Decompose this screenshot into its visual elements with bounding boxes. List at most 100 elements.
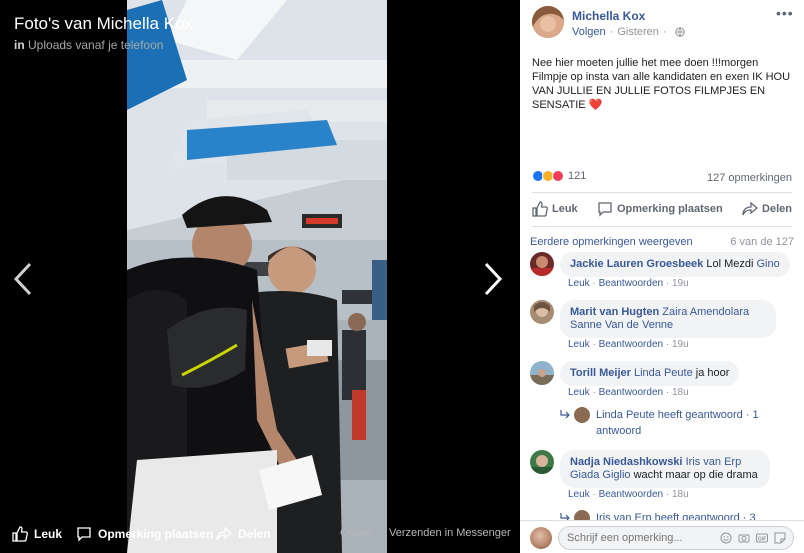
comment-avatar[interactable]	[530, 361, 554, 385]
comment-avatar[interactable]	[530, 252, 554, 276]
comment-author[interactable]: Torill Meijer	[570, 367, 631, 379]
comments-shown-count: 6 van de 127	[730, 236, 794, 248]
viewer-bottom-bar: Leuk Opmerking plaatsen Delen Opties Ver…	[0, 518, 520, 553]
like-label: Leuk	[552, 203, 578, 215]
author-avatar[interactable]	[532, 6, 564, 38]
comment-bubble: Jackie Lauren Groesbeek Lol Mezdi Gino	[560, 252, 790, 277]
comment-time[interactable]: 18u	[672, 387, 689, 398]
comment-actions: Leuk · Beantwoorden · 18u	[568, 387, 689, 398]
comment-avatar[interactable]	[530, 300, 554, 324]
current-user-avatar	[530, 527, 552, 549]
divider	[532, 192, 792, 193]
avatar-image	[530, 252, 554, 276]
comment-actions: Leuk · Beantwoorden · 18u	[568, 489, 689, 500]
comment-like-link[interactable]: Leuk	[568, 339, 590, 350]
album-title[interactable]: Foto's van Michella Kox	[14, 14, 193, 34]
viewer-share-button[interactable]: Delen	[216, 526, 271, 542]
composer-icons: GIF	[720, 531, 786, 544]
comment-reply-link[interactable]: Beantwoorden	[599, 387, 664, 398]
sticker-icon[interactable]	[774, 531, 786, 544]
avatar-image	[530, 361, 554, 385]
emoji-icon[interactable]	[720, 531, 732, 544]
options-link[interactable]: Opties	[340, 527, 372, 539]
comment-text: Lol Mezdi	[706, 258, 754, 270]
post-text: Nee hier moeten jullie het mee doen !!!m…	[532, 56, 794, 112]
viewer-comment-button[interactable]: Opmerking plaatsen	[76, 526, 213, 542]
viewer-share-label: Delen	[238, 527, 271, 541]
globe-icon	[674, 27, 685, 37]
reactions-summary[interactable]: 121	[532, 170, 586, 182]
comment-actions: Leuk · Beantwoorden · 19u	[568, 278, 689, 289]
gif-icon[interactable]: GIF	[756, 531, 768, 543]
comment-like-link[interactable]: Leuk	[568, 489, 590, 500]
next-photo-button[interactable]	[480, 262, 506, 296]
comment-text: wacht maar op die drama	[633, 469, 758, 481]
photo-image	[127, 0, 387, 553]
post-time[interactable]: Gisteren	[617, 26, 659, 38]
post-actions: Leuk Opmerking plaatsen Delen	[532, 195, 792, 223]
post-meta: Volgen · Gisteren ·	[572, 26, 685, 38]
comment-time[interactable]: 18u	[672, 489, 689, 500]
follow-link[interactable]: Volgen	[572, 26, 606, 38]
comment-count[interactable]: 127 opmerkingen	[707, 172, 792, 184]
comment-time[interactable]: 19u	[672, 278, 689, 289]
comment-reply-link[interactable]: Beantwoorden	[599, 339, 664, 350]
viewer-comment-label: Opmerking plaatsen	[98, 527, 214, 541]
comment-icon	[77, 527, 91, 542]
comment-reply-link[interactable]: Beantwoorden	[599, 489, 664, 500]
send-in-messenger-link[interactable]: Verzenden in Messenger	[389, 527, 511, 539]
like-button[interactable]: Leuk	[532, 201, 578, 217]
album-subtitle: in Uploads vanaf je telefoon	[14, 38, 163, 52]
reaction-count: 121	[568, 170, 587, 182]
share-icon	[216, 526, 232, 541]
reply-avatar	[574, 407, 590, 423]
avatar-image	[530, 300, 554, 324]
album-in-label: in	[14, 38, 25, 52]
thumbs-up-icon	[532, 201, 548, 217]
comment-button[interactable]: Opmerking plaatsen	[597, 201, 723, 217]
comment-bubble: Marit van Hugten Zaira Amendolara Sanne …	[560, 300, 776, 338]
comment-reply-link[interactable]: Beantwoorden	[599, 278, 664, 289]
author-name[interactable]: Michella Kox	[572, 9, 645, 23]
chevron-left-icon	[13, 262, 32, 296]
comment-tag[interactable]: Linda Peute	[634, 367, 693, 379]
camera-icon[interactable]	[738, 531, 750, 543]
comment-text: ja hoor	[695, 367, 730, 379]
more-options-icon[interactable]: •••	[776, 6, 793, 22]
comment-time[interactable]: 19u	[672, 339, 689, 350]
view-earlier-comments-link[interactable]: Eerdere opmerkingen weergeven	[530, 236, 693, 248]
comment-bubble: Nadja Niedashkowski Iris van Erp Giada G…	[560, 450, 770, 488]
comment-author[interactable]: Nadja Niedashkowski	[570, 456, 683, 468]
avatar-image	[532, 6, 564, 38]
album-link[interactable]: Uploads vanaf je telefoon	[28, 38, 163, 52]
comment-composer: GIF	[520, 520, 804, 553]
comment-author[interactable]: Jackie Lauren Groesbeek	[570, 258, 703, 270]
photo-viewer: Foto's van Michella Kox in Uploads vanaf…	[0, 0, 520, 553]
post-panel: Michella Kox Volgen · Gisteren · ••• Nee…	[520, 0, 804, 553]
viewer-like-label: Leuk	[34, 527, 63, 541]
chevron-right-icon	[484, 262, 503, 296]
comment-author[interactable]: Marit van Hugten	[570, 306, 659, 318]
share-button[interactable]: Delen	[742, 201, 792, 217]
thumbs-up-icon	[12, 526, 28, 542]
comment-avatar[interactable]	[530, 450, 554, 474]
comment-bubble: Torill Meijer Linda Peute ja hoor	[560, 361, 740, 386]
meta-separator: ·	[609, 26, 614, 38]
love-reaction-icon	[552, 170, 564, 182]
photo[interactable]	[127, 0, 387, 553]
comment-label: Opmerking plaatsen	[616, 203, 723, 215]
comment-icon	[598, 202, 612, 217]
comment-like-link[interactable]: Leuk	[568, 387, 590, 398]
previous-photo-button[interactable]	[10, 262, 36, 296]
share-label: Delen	[762, 203, 792, 215]
comment-tag[interactable]: Gino	[757, 258, 780, 270]
meta-separator: ·	[662, 26, 667, 38]
svg-text:GIF: GIF	[758, 536, 766, 542]
comment-like-link[interactable]: Leuk	[568, 278, 590, 289]
comment-actions: Leuk · Beantwoorden · 19u	[568, 339, 689, 350]
viewer-like-button[interactable]: Leuk	[12, 526, 62, 542]
heart-emoji: ❤️	[588, 99, 603, 111]
view-replies-link[interactable]: Linda Peute heeft geantwoord · 1 antwoor…	[560, 407, 766, 439]
comments-section: Eerdere opmerkingen weergeven 6 van de 1…	[520, 230, 804, 526]
replies-summary: Linda Peute heeft geantwoord · 1 antwoor…	[596, 409, 759, 437]
